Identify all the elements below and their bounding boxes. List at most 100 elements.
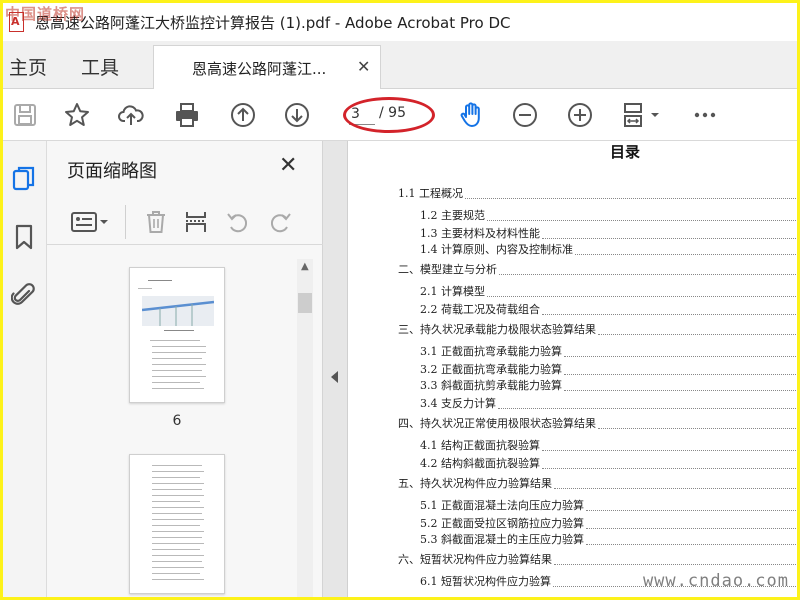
toc-entry[interactable]: 4.1 结构正截面抗裂验算 xyxy=(420,437,796,453)
toc-entry[interactable]: 二、模型建立与分析 xyxy=(398,261,796,277)
zoom-out-icon[interactable] xyxy=(509,99,541,131)
toc-entry[interactable]: 2.2 荷载工况及荷载组合 xyxy=(420,301,796,317)
toc-leader-dots xyxy=(542,231,796,239)
fit-page-icon[interactable] xyxy=(619,99,665,131)
toc-entry[interactable]: 四、持久状况正常使用极限状态验算结果 xyxy=(398,415,796,431)
toc-entry[interactable]: 5.1 正截面混凝土法向压应力验算 xyxy=(420,497,796,513)
page-thumbnail[interactable] xyxy=(129,454,225,594)
rotate-right-icon[interactable] xyxy=(265,207,295,237)
toc-entry[interactable]: 三、持久状况承载能力极限状态验算结果 xyxy=(398,321,796,337)
toc-leader-dots xyxy=(598,327,796,335)
toc-entry-text: 四、持久状况正常使用极限状态验算结果 xyxy=(398,415,598,431)
page-thumbnail[interactable] xyxy=(129,267,225,403)
pdf-page: 目录 1.1 工程概况 1.2 主要规范 1.3 主要材料及材料性能 1.4 计算原则… xyxy=(347,141,797,597)
thumbnail-options-icon[interactable] xyxy=(67,207,113,237)
thumbnail-panel: 页面缩略图 ✕ ▲ 6 xyxy=(47,141,323,597)
tab-document-label: 恩高速公路阿蓬江... xyxy=(192,60,327,78)
toc-entry-text: 1.4 计算原则、内容及控制标准 xyxy=(420,241,575,257)
toc-leader-dots xyxy=(564,367,796,375)
toc-entry[interactable]: 4.2 结构斜截面抗裂验算 xyxy=(420,455,796,471)
toc-entry[interactable]: 五、持久状况构件应力验算结果 xyxy=(398,475,796,491)
extract-pages-icon[interactable] xyxy=(181,207,211,237)
toc-leader-dots xyxy=(498,401,796,409)
close-tab-icon[interactable]: ✕ xyxy=(357,57,370,76)
arrow-down-icon[interactable] xyxy=(281,99,313,131)
bridge-image xyxy=(141,296,215,326)
toc-leader-dots xyxy=(542,461,796,469)
close-panel-icon[interactable]: ✕ xyxy=(279,153,297,178)
toc-entry-text: 六、短暂状况构件应力验算结果 xyxy=(398,551,554,567)
toc-leader-dots xyxy=(465,191,796,199)
toc-entry-text: 4.2 结构斜截面抗裂验算 xyxy=(420,455,542,471)
toc-entry-text: 3.2 正截面抗弯承载能力验算 xyxy=(420,361,564,377)
left-rail xyxy=(3,141,47,597)
toc-leader-dots xyxy=(598,421,796,429)
arrow-up-icon[interactable] xyxy=(227,99,259,131)
document-view[interactable]: 目录 1.1 工程概况 1.2 主要规范 1.3 主要材料及材料性能 1.4 计算原则… xyxy=(323,141,797,597)
acrobat-window: A 恩高速公路阿蓬江大桥监控计算报告 (1).pdf - Adobe Acrob… xyxy=(3,3,797,597)
watermark-top: 中国道桥网 xyxy=(5,5,86,23)
toc-leader-dots xyxy=(586,503,796,511)
save-icon[interactable] xyxy=(9,99,41,131)
toc-title: 目录 xyxy=(610,143,641,161)
rotate-left-icon[interactable] xyxy=(223,207,253,237)
toc-entry-text: 五、持久状况构件应力验算结果 xyxy=(398,475,554,491)
toc-entry-text: 1.1 工程概况 xyxy=(398,185,465,201)
toc-entry[interactable]: 1.1 工程概况 xyxy=(398,185,796,201)
highlight-ellipse xyxy=(343,97,435,133)
toc-entry[interactable]: 3.2 正截面抗弯承载能力验算 xyxy=(420,361,796,377)
scrollbar-thumb[interactable] xyxy=(298,293,312,313)
zoom-in-icon[interactable] xyxy=(564,99,596,131)
toc-entry-text: 6.1 短暂状况构件应力验算 xyxy=(420,573,553,589)
toc-leader-dots xyxy=(586,521,796,529)
toc-entry-text: 5.2 正截面受拉区钢筋拉应力验算 xyxy=(420,515,586,531)
toc-entry-text: 5.3 斜截面混凝土的主压应力验算 xyxy=(420,531,586,547)
collapse-panel-icon[interactable] xyxy=(331,371,338,383)
toc-leader-dots xyxy=(575,247,796,255)
panel-toolbar xyxy=(47,199,323,245)
cloud-upload-icon[interactable] xyxy=(115,99,147,131)
toc-entry[interactable]: 1.2 主要规范 xyxy=(420,207,796,223)
toc-leader-dots xyxy=(554,557,796,565)
toc-leader-dots xyxy=(586,537,796,545)
bookmark-icon[interactable] xyxy=(9,221,39,253)
page-thumbnails-icon[interactable] xyxy=(9,163,39,195)
attachment-icon[interactable] xyxy=(9,279,39,311)
toc-leader-dots xyxy=(542,443,796,451)
star-icon[interactable] xyxy=(61,99,93,131)
toc-entry-text: 1.3 主要材料及材料性能 xyxy=(420,225,542,241)
toc-entry-text: 2.1 计算模型 xyxy=(420,283,487,299)
toc-entry-text: 二、模型建立与分析 xyxy=(398,261,499,277)
toc-entry-text: 1.2 主要规范 xyxy=(420,207,487,223)
toc-leader-dots xyxy=(564,349,796,357)
toc-entry[interactable]: 3.4 支反力计算 xyxy=(420,395,796,411)
toc-entry[interactable]: 3.1 正截面抗弯承载能力验算 xyxy=(420,343,796,359)
toolbar-separator xyxy=(125,205,126,239)
toc-entry[interactable]: 3.3 斜截面抗剪承载能力验算 xyxy=(420,377,796,393)
toc-leader-dots xyxy=(564,383,796,391)
toc-entry[interactable]: 1.3 主要材料及材料性能 xyxy=(420,225,796,241)
scroll-up-icon[interactable]: ▲ xyxy=(301,261,309,272)
toc-entry[interactable]: 5.3 斜截面混凝土的主压应力验算 xyxy=(420,531,796,547)
watermark-bottom: www.cndao.com xyxy=(642,571,789,591)
more-icon[interactable] xyxy=(689,99,721,131)
panel-title: 页面缩略图 xyxy=(67,161,157,182)
tab-document[interactable]: 恩高速公路阿蓬江... ✕ xyxy=(153,45,381,90)
delete-icon[interactable] xyxy=(141,207,171,237)
toc-entry-text: 3.4 支反力计算 xyxy=(420,395,498,411)
toc-entry[interactable]: 2.1 计算模型 xyxy=(420,283,796,299)
toc-entry-text: 3.1 正截面抗弯承载能力验算 xyxy=(420,343,564,359)
toc-entry[interactable]: 1.4 计算原则、内容及控制标准 xyxy=(420,241,796,257)
tab-home[interactable]: 主页 xyxy=(9,53,47,80)
toc-leader-dots xyxy=(487,289,796,297)
print-icon[interactable] xyxy=(171,99,203,131)
toc-leader-dots xyxy=(487,213,796,221)
toc-entry-text: 5.1 正截面混凝土法向压应力验算 xyxy=(420,497,586,513)
toc-leader-dots xyxy=(499,267,796,275)
hand-icon[interactable] xyxy=(455,99,487,131)
tab-tools[interactable]: 工具 xyxy=(81,53,119,80)
toc-entry[interactable]: 六、短暂状况构件应力验算结果 xyxy=(398,551,796,567)
toc-entry-text: 2.2 荷载工况及荷载组合 xyxy=(420,301,542,317)
tab-bar: 主页 工具 恩高速公路阿蓬江... ✕ xyxy=(3,41,797,90)
toc-entry[interactable]: 5.2 正截面受拉区钢筋拉应力验算 xyxy=(420,515,796,531)
